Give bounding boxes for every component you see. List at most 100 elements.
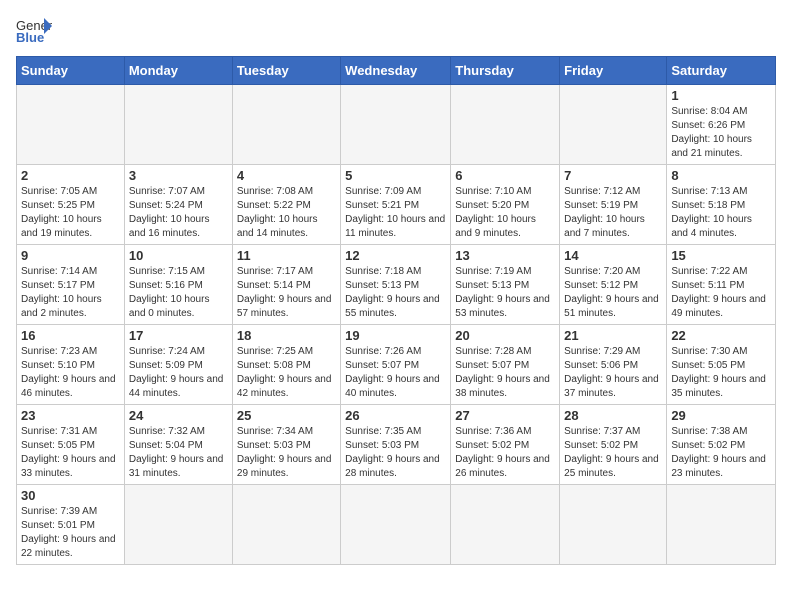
calendar-week-2: 2 Sunrise: 7:05 AM Sunset: 5:25 PM Daylig… [17,165,776,245]
day-info: Sunrise: 7:10 AM Sunset: 5:20 PM Dayligh… [455,185,555,241]
day-number: 27 [455,408,555,423]
day-number: 10 [129,248,228,263]
page-header: General Blue [16,16,776,44]
day-info: Sunrise: 7:08 AM Sunset: 5:22 PM Dayligh… [237,185,336,241]
calendar-cell: 23 Sunrise: 7:31 AM Sunset: 5:05 PM Dayli… [17,405,125,485]
calendar-header-wednesday: Wednesday [341,57,451,85]
day-info: Sunrise: 7:39 AM Sunset: 5:01 PM Dayligh… [21,505,120,561]
calendar-week-4: 16 Sunrise: 7:23 AM Sunset: 5:10 PM Dayli… [17,325,776,405]
day-number: 24 [129,408,228,423]
calendar-cell: 6Sunrise: 7:10 AM Sunset: 5:20 PM Daylig… [451,165,560,245]
calendar-cell: 2 Sunrise: 7:05 AM Sunset: 5:25 PM Daylig… [17,165,125,245]
day-info: Sunrise: 8:04 AM Sunset: 6:26 PM Dayligh… [671,105,771,161]
day-number: 16 [21,328,120,343]
calendar-cell: 22Sunrise: 7:30 AM Sunset: 5:05 PM Dayli… [667,325,776,405]
day-number: 13 [455,248,555,263]
calendar-header-monday: Monday [124,57,232,85]
day-info: Sunrise: 7:13 AM Sunset: 5:18 PM Dayligh… [671,185,771,241]
day-number: 2 [21,168,120,183]
calendar-cell: 12 Sunrise: 7:18 AM Sunset: 5:13 PM Dayli… [341,245,451,325]
day-info: Sunrise: 7:31 AM Sunset: 5:05 PM Dayligh… [21,425,120,481]
calendar-cell: 24 Sunrise: 7:32 AM Sunset: 5:04 PM Dayli… [124,405,232,485]
day-info: Sunrise: 7:25 AM Sunset: 5:08 PM Dayligh… [237,345,336,401]
day-number: 3 [129,168,228,183]
calendar-cell: 3 Sunrise: 7:07 AM Sunset: 5:24 PM Daylig… [124,165,232,245]
day-info: Sunrise: 7:18 AM Sunset: 5:13 PM Dayligh… [345,265,446,321]
day-info: Sunrise: 7:32 AM Sunset: 5:04 PM Dayligh… [129,425,228,481]
calendar-cell: 30 Sunrise: 7:39 AM Sunset: 5:01 PM Dayli… [17,485,125,565]
calendar-cell [124,485,232,565]
calendar-cell [451,485,560,565]
calendar-cell: 21 Sunrise: 7:29 AM Sunset: 5:06 PM Dayli… [560,325,667,405]
day-info: Sunrise: 7:34 AM Sunset: 5:03 PM Dayligh… [237,425,336,481]
day-number: 29 [671,408,771,423]
calendar-cell: 1 Sunrise: 8:04 AM Sunset: 6:26 PM Daylig… [667,85,776,165]
calendar-cell: 4Sunrise: 7:08 AM Sunset: 5:22 PM Daylig… [232,165,340,245]
day-number: 8 [671,168,771,183]
calendar-week-1: 1 Sunrise: 8:04 AM Sunset: 6:26 PM Daylig… [17,85,776,165]
day-number: 11 [237,248,336,263]
day-info: Sunrise: 7:05 AM Sunset: 5:25 PM Dayligh… [21,185,120,241]
day-info: Sunrise: 7:07 AM Sunset: 5:24 PM Dayligh… [129,185,228,241]
calendar-cell: 17 Sunrise: 7:24 AM Sunset: 5:09 PM Dayli… [124,325,232,405]
calendar: SundayMondayTuesdayWednesdayThursdayFrid… [16,56,776,565]
day-number: 30 [21,488,120,503]
calendar-header-sunday: Sunday [17,57,125,85]
svg-text:Blue: Blue [16,30,44,44]
day-info: Sunrise: 7:22 AM Sunset: 5:11 PM Dayligh… [671,265,771,321]
calendar-cell: 25 Sunrise: 7:34 AM Sunset: 5:03 PM Dayli… [232,405,340,485]
day-info: Sunrise: 7:20 AM Sunset: 5:12 PM Dayligh… [564,265,662,321]
calendar-cell [17,85,125,165]
calendar-cell: 10 Sunrise: 7:15 AM Sunset: 5:16 PM Dayli… [124,245,232,325]
day-info: Sunrise: 7:17 AM Sunset: 5:14 PM Dayligh… [237,265,336,321]
calendar-cell: 13 Sunrise: 7:19 AM Sunset: 5:13 PM Dayli… [451,245,560,325]
calendar-cell: 20Sunrise: 7:28 AM Sunset: 5:07 PM Dayli… [451,325,560,405]
logo-icon: General Blue [16,16,52,44]
calendar-cell: 19Sunrise: 7:26 AM Sunset: 5:07 PM Dayli… [341,325,451,405]
day-number: 7 [564,168,662,183]
calendar-header-saturday: Saturday [667,57,776,85]
calendar-cell [451,85,560,165]
calendar-header-row: SundayMondayTuesdayWednesdayThursdayFrid… [17,57,776,85]
calendar-week-3: 9 Sunrise: 7:14 AM Sunset: 5:17 PM Daylig… [17,245,776,325]
calendar-cell: 14 Sunrise: 7:20 AM Sunset: 5:12 PM Dayli… [560,245,667,325]
day-number: 25 [237,408,336,423]
calendar-cell: 16 Sunrise: 7:23 AM Sunset: 5:10 PM Dayli… [17,325,125,405]
day-number: 21 [564,328,662,343]
day-info: Sunrise: 7:36 AM Sunset: 5:02 PM Dayligh… [455,425,555,481]
day-info: Sunrise: 7:29 AM Sunset: 5:06 PM Dayligh… [564,345,662,401]
day-number: 26 [345,408,446,423]
calendar-cell [667,485,776,565]
day-info: Sunrise: 7:12 AM Sunset: 5:19 PM Dayligh… [564,185,662,241]
day-number: 1 [671,88,771,103]
calendar-cell: 18 Sunrise: 7:25 AM Sunset: 5:08 PM Dayli… [232,325,340,405]
day-number: 19 [345,328,446,343]
day-info: Sunrise: 7:09 AM Sunset: 5:21 PM Dayligh… [345,185,446,241]
day-info: Sunrise: 7:23 AM Sunset: 5:10 PM Dayligh… [21,345,120,401]
day-info: Sunrise: 7:35 AM Sunset: 5:03 PM Dayligh… [345,425,446,481]
day-number: 15 [671,248,771,263]
calendar-cell [341,85,451,165]
calendar-cell: 27 Sunrise: 7:36 AM Sunset: 5:02 PM Dayli… [451,405,560,485]
calendar-cell [232,85,340,165]
day-number: 18 [237,328,336,343]
day-number: 14 [564,248,662,263]
calendar-cell: 29Sunrise: 7:38 AM Sunset: 5:02 PM Dayli… [667,405,776,485]
day-info: Sunrise: 7:24 AM Sunset: 5:09 PM Dayligh… [129,345,228,401]
day-info: Sunrise: 7:15 AM Sunset: 5:16 PM Dayligh… [129,265,228,321]
day-info: Sunrise: 7:19 AM Sunset: 5:13 PM Dayligh… [455,265,555,321]
day-number: 9 [21,248,120,263]
day-info: Sunrise: 7:14 AM Sunset: 5:17 PM Dayligh… [21,265,120,321]
calendar-cell: 9 Sunrise: 7:14 AM Sunset: 5:17 PM Daylig… [17,245,125,325]
calendar-cell [232,485,340,565]
logo: General Blue [16,16,52,44]
calendar-cell [124,85,232,165]
day-info: Sunrise: 7:30 AM Sunset: 5:05 PM Dayligh… [671,345,771,401]
day-number: 17 [129,328,228,343]
day-number: 12 [345,248,446,263]
calendar-cell: 8 Sunrise: 7:13 AM Sunset: 5:18 PM Daylig… [667,165,776,245]
day-number: 20 [455,328,555,343]
calendar-cell: 11 Sunrise: 7:17 AM Sunset: 5:14 PM Dayli… [232,245,340,325]
day-number: 23 [21,408,120,423]
calendar-cell [560,485,667,565]
